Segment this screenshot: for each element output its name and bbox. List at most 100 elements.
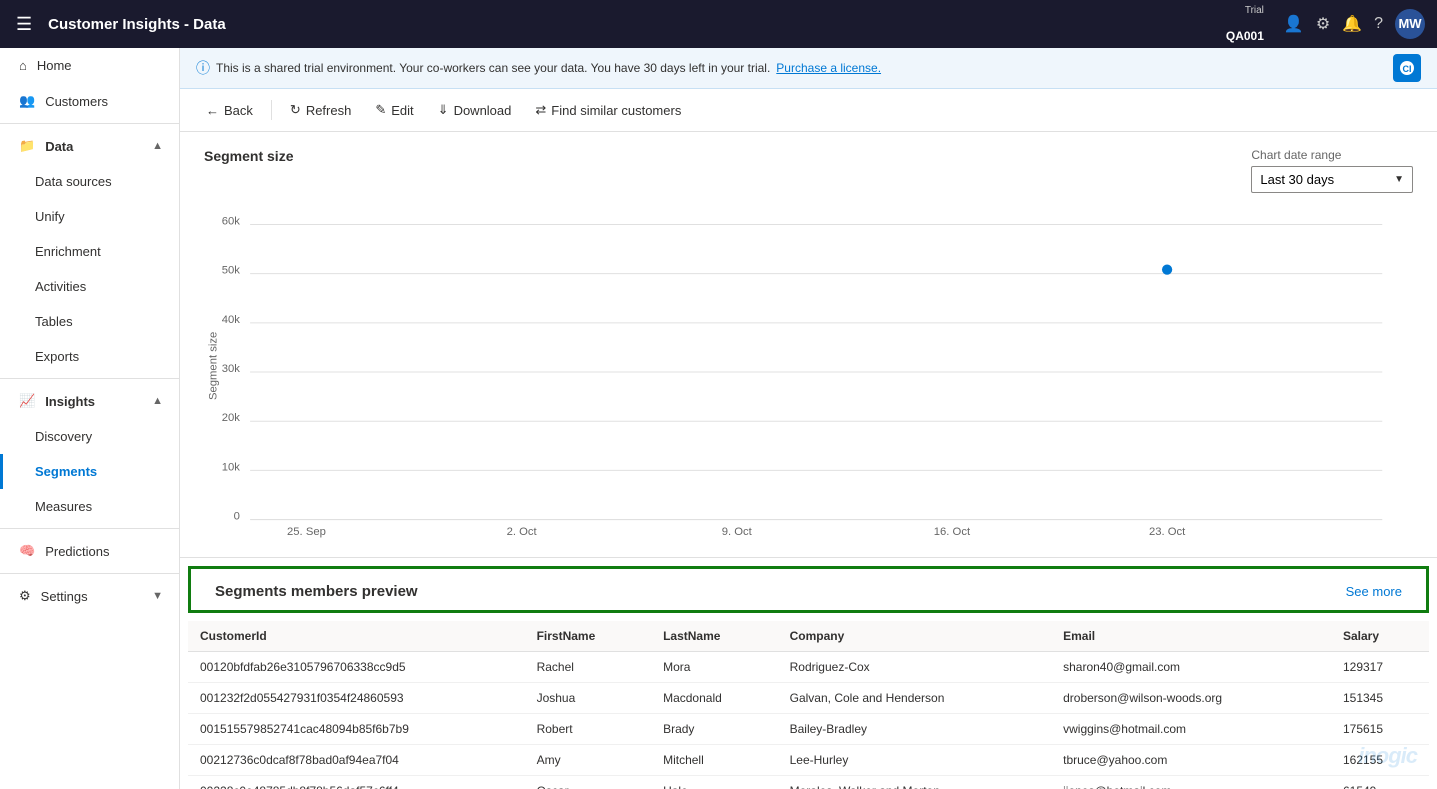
cell-salary: 175615 xyxy=(1331,714,1429,745)
date-range-value: Last 30 days xyxy=(1260,172,1334,187)
cell-salary: 129317 xyxy=(1331,652,1429,683)
sidebar-label-customers: Customers xyxy=(45,94,108,109)
segments-preview-title: Segments members preview xyxy=(215,583,418,600)
sidebar-item-data-sources[interactable]: Data sources xyxy=(0,164,179,199)
cell-firstname: Amy xyxy=(525,745,652,776)
sidebar-label-segments: Segments xyxy=(35,464,97,479)
settings-icon[interactable]: ⚙ xyxy=(1316,14,1330,34)
sidebar-label-measures: Measures xyxy=(35,499,92,514)
table-row: 001515579852741cac48094b85f6b7b9 Robert … xyxy=(188,714,1429,745)
sidebar-item-tables[interactable]: Tables xyxy=(0,304,179,339)
user-icon[interactable]: 👤 xyxy=(1284,14,1304,34)
edit-button[interactable]: ✎ Edit xyxy=(365,97,423,123)
sidebar-section-insights[interactable]: 📈 Insights ▲ xyxy=(0,383,179,419)
find-similar-label: Find similar customers xyxy=(551,103,681,118)
col-company: Company xyxy=(778,621,1051,652)
segments-preview-header: Segments members preview See more xyxy=(188,566,1429,613)
sidebar-section-data[interactable]: 📁 Data ▲ xyxy=(0,128,179,164)
cell-lastname: Hale xyxy=(651,776,778,789)
sidebar-label-tables: Tables xyxy=(35,314,73,329)
notifications-icon[interactable]: 🔔 xyxy=(1342,14,1362,34)
svg-text:Segment size: Segment size xyxy=(207,332,219,400)
sidebar-item-measures[interactable]: Measures xyxy=(0,489,179,524)
cell-email: sharon40@gmail.com xyxy=(1051,652,1331,683)
avatar[interactable]: MW xyxy=(1395,9,1425,39)
back-label: Back xyxy=(224,103,253,118)
svg-text:2. Oct: 2. Oct xyxy=(507,526,538,538)
chart-title: Segment size xyxy=(204,148,293,164)
trial-label: Trial xyxy=(1245,5,1264,17)
trial-info: Trial QA001 xyxy=(1226,5,1264,43)
table-wrapper: CustomerId FirstName LastName Company Em… xyxy=(180,621,1437,789)
table-row: 00228c0e48785db8f78b56daf57c6ff4 Oscar H… xyxy=(188,776,1429,789)
table-body: 00120bfdfab26e3105796706338cc9d5 Rachel … xyxy=(188,652,1429,789)
settings-toggle-icon: ▼ xyxy=(152,590,163,602)
cell-customerid: 00120bfdfab26e3105796706338cc9d5 xyxy=(188,652,525,683)
col-firstname: FirstName xyxy=(525,621,652,652)
sidebar-item-settings[interactable]: ⚙ Settings ▼ xyxy=(0,578,179,614)
cell-lastname: Brady xyxy=(651,714,778,745)
data-icon: 📁 xyxy=(19,138,35,154)
info-icon: ⓘ xyxy=(196,58,210,78)
edit-label: Edit xyxy=(391,103,413,118)
sidebar-item-customers[interactable]: 👥 Customers xyxy=(0,83,179,119)
sidebar-item-activities[interactable]: Activities xyxy=(0,269,179,304)
back-button[interactable]: ← Back xyxy=(196,98,263,123)
download-button[interactable]: ⇓ Download xyxy=(428,97,522,123)
cell-email: vwiggins@hotmail.com xyxy=(1051,714,1331,745)
svg-text:23. Oct: 23. Oct xyxy=(1149,526,1186,538)
table-head: CustomerId FirstName LastName Company Em… xyxy=(188,621,1429,652)
refresh-icon: ↻ xyxy=(290,102,301,118)
sidebar: ⌂ Home 👥 Customers 📁 Data ▲ Data sources… xyxy=(0,48,180,789)
cell-email: droberson@wilson-woods.org xyxy=(1051,683,1331,714)
settings-nav-icon: ⚙ xyxy=(19,588,31,604)
trial-banner: ⓘ This is a shared trial environment. Yo… xyxy=(180,48,1437,89)
date-range-dropdown[interactable]: Last 30 days ▼ xyxy=(1251,166,1413,193)
purchase-link[interactable]: Purchase a license. xyxy=(776,61,881,75)
trial-banner-text: This is a shared trial environment. Your… xyxy=(216,61,770,75)
refresh-button[interactable]: ↻ Refresh xyxy=(280,97,361,123)
sidebar-item-discovery[interactable]: Discovery xyxy=(0,419,179,454)
help-icon[interactable]: ? xyxy=(1374,15,1383,33)
cell-firstname: Joshua xyxy=(525,683,652,714)
sidebar-label-settings: Settings xyxy=(41,589,88,604)
svg-text:20k: 20k xyxy=(222,412,241,424)
download-label: Download xyxy=(454,103,512,118)
sidebar-label-predictions: Predictions xyxy=(45,544,109,559)
cell-firstname: Oscar xyxy=(525,776,652,789)
ci-app-icon: CI xyxy=(1393,54,1421,82)
find-similar-button[interactable]: ⇄ Find similar customers xyxy=(525,97,691,123)
sidebar-item-home[interactable]: ⌂ Home xyxy=(0,48,179,83)
content-area: ⓘ This is a shared trial environment. Yo… xyxy=(180,48,1437,789)
cell-firstname: Robert xyxy=(525,714,652,745)
cell-salary: 61549 xyxy=(1331,776,1429,789)
sidebar-item-unify[interactable]: Unify xyxy=(0,199,179,234)
sidebar-item-enrichment[interactable]: Enrichment xyxy=(0,234,179,269)
hamburger-menu[interactable]: ☰ xyxy=(12,10,36,39)
see-more-link[interactable]: See more xyxy=(1346,584,1402,599)
cell-salary: 162155 xyxy=(1331,745,1429,776)
toolbar: ← Back ↻ Refresh ✎ Edit ⇓ Download ⇄ Fin… xyxy=(180,89,1437,132)
sidebar-item-segments[interactable]: Segments xyxy=(0,454,179,489)
col-salary: Salary xyxy=(1331,621,1429,652)
cell-email: tbruce@yahoo.com xyxy=(1051,745,1331,776)
cell-email: jjones@hotmail.com xyxy=(1051,776,1331,789)
sidebar-label-unify: Unify xyxy=(35,209,65,224)
home-icon: ⌂ xyxy=(19,58,27,73)
sidebar-item-exports[interactable]: Exports xyxy=(0,339,179,374)
cell-lastname: Macdonald xyxy=(651,683,778,714)
cell-company: Rodriguez-Cox xyxy=(778,652,1051,683)
cell-company: Morales, Walker and Morton xyxy=(778,776,1051,789)
table-row: 00120bfdfab26e3105796706338cc9d5 Rachel … xyxy=(188,652,1429,683)
sidebar-item-predictions[interactable]: 🧠 Predictions xyxy=(0,533,179,569)
segments-preview-section: Segments members preview See more Custom… xyxy=(180,557,1437,789)
col-customerid: CustomerId xyxy=(188,621,525,652)
cell-company: Bailey-Bradley xyxy=(778,714,1051,745)
cell-company: Galvan, Cole and Henderson xyxy=(778,683,1051,714)
sidebar-label-home: Home xyxy=(37,58,72,73)
cell-company: Lee-Hurley xyxy=(778,745,1051,776)
chart-section: Segment size Chart date range Last 30 da… xyxy=(180,132,1437,557)
col-email: Email xyxy=(1051,621,1331,652)
cell-lastname: Mitchell xyxy=(651,745,778,776)
table-header-row: CustomerId FirstName LastName Company Em… xyxy=(188,621,1429,652)
